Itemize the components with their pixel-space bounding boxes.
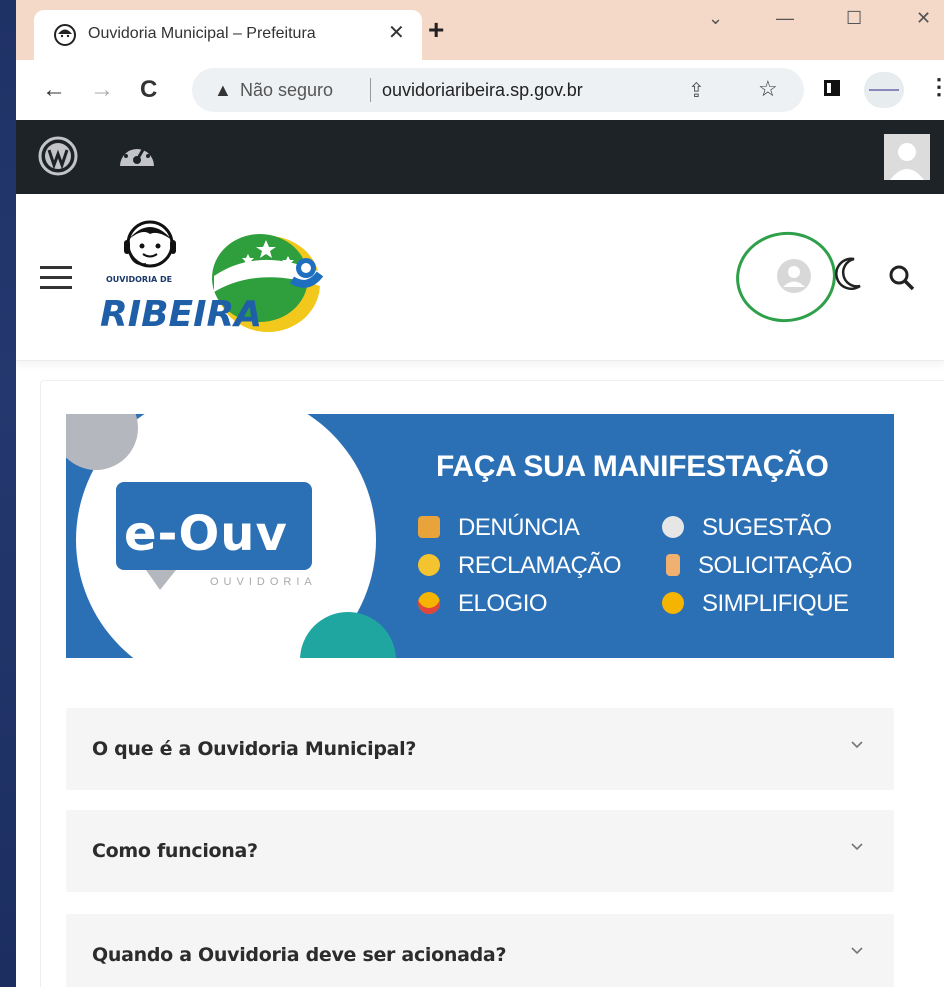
browser-window: Ouvidoria Municipal – Prefeitura ✕ + ⌄ —… xyxy=(16,0,944,987)
tab-strip: Ouvidoria Municipal – Prefeitura ✕ + ⌄ —… xyxy=(16,0,944,60)
faq-item-how-it-works[interactable]: Como funciona? xyxy=(66,810,894,892)
wp-admin-bar xyxy=(16,120,944,194)
option-elogio: ELOGIO xyxy=(418,590,548,618)
option-sugestao: SUGESTÃO xyxy=(662,514,832,542)
option-label: SIMPLIFIQUE xyxy=(702,590,849,617)
warning-icon[interactable]: ▲ xyxy=(214,80,232,101)
chevron-down-icon xyxy=(851,843,863,851)
forward-button[interactable]: → xyxy=(90,76,114,104)
browser-tab[interactable]: Ouvidoria Municipal – Prefeitura ✕ xyxy=(34,10,422,60)
option-denuncia: DENÚNCIA xyxy=(418,514,580,542)
option-label: RECLAMAÇÃO xyxy=(458,552,622,579)
faq-item-when[interactable]: Quando a Ouvidoria deve ser acionada? xyxy=(66,914,894,987)
tab-close-icon[interactable]: ✕ xyxy=(388,20,405,45)
dashboard-icon[interactable] xyxy=(116,134,158,176)
user-silhouette-icon xyxy=(884,134,930,180)
e-ouv-brand: e-Ouv xyxy=(124,506,288,562)
user-icon[interactable] xyxy=(776,258,812,294)
side-panel-icon[interactable] xyxy=(824,80,840,96)
wordpress-icon[interactable] xyxy=(38,136,78,176)
divider xyxy=(370,78,371,102)
bookmark-star-icon[interactable]: ☆ xyxy=(758,76,778,102)
option-label: ELOGIO xyxy=(458,590,548,617)
site-favicon-icon xyxy=(54,24,76,46)
relieved-face-icon xyxy=(662,592,684,614)
minimize-button[interactable]: — xyxy=(776,8,794,29)
close-window-button[interactable]: ✕ xyxy=(916,8,931,29)
e-ouv-banner[interactable]: e-Ouv OUVIDORIA FAÇA SUA MANIFESTAÇÃO DE… xyxy=(66,414,894,658)
angry-face-icon xyxy=(418,554,440,576)
tab-title: Ouvidoria Municipal – Prefeitura xyxy=(88,25,316,42)
banner-title: FAÇA SUA MANIFESTAÇÃO xyxy=(436,450,829,483)
moon-icon[interactable] xyxy=(834,256,864,292)
profile-icon xyxy=(869,89,899,91)
profile-avatar[interactable] xyxy=(864,72,904,108)
faq-question: O que é a Ouvidoria Municipal? xyxy=(92,738,417,760)
logo-small-text: OUVIDORIA DE xyxy=(106,275,172,284)
new-tab-button[interactable]: + xyxy=(428,14,444,46)
option-label: DENÚNCIA xyxy=(458,514,580,541)
speech-bubble-icon xyxy=(662,516,684,538)
option-solicitacao: SOLICITAÇÃO xyxy=(662,552,853,580)
reload-button[interactable]: C xyxy=(140,76,157,104)
address-bar[interactable]: ▲ Não seguro ouvidoriaribeira.sp.gov.br … xyxy=(192,68,804,112)
site-header: OUVIDORIA DE RIBEIRA xyxy=(16,194,944,361)
heart-eyes-icon xyxy=(418,592,440,614)
option-reclamacao: RECLAMAÇÃO xyxy=(418,552,622,580)
logo-big-text: RIBEIRA xyxy=(100,294,262,335)
megaphone-icon xyxy=(418,516,440,538)
avatar-icon[interactable] xyxy=(884,134,930,180)
chevron-down-icon xyxy=(851,947,863,955)
browser-toolbar: ← → C ▲ Não seguro ouvidoriaribeira.sp.g… xyxy=(16,60,944,120)
faq-question: Quando a Ouvidoria deve ser acionada? xyxy=(92,944,507,966)
option-simplifique: SIMPLIFIQUE xyxy=(662,590,849,618)
site-logo[interactable]: OUVIDORIA DE RIBEIRA xyxy=(98,216,330,336)
share-icon[interactable]: ⇪ xyxy=(688,78,705,103)
option-label: SUGESTÃO xyxy=(702,514,832,541)
maximize-button[interactable]: ☐ xyxy=(846,8,862,29)
browser-menu-icon[interactable]: ⋮ xyxy=(928,74,944,100)
back-button[interactable]: ← xyxy=(42,76,66,104)
security-status[interactable]: Não seguro xyxy=(240,80,333,101)
hand-pointing-icon xyxy=(666,554,680,576)
option-label: SOLICITAÇÃO xyxy=(698,552,853,579)
faq-question: Como funciona? xyxy=(92,840,258,862)
url-text[interactable]: ouvidoriaribeira.sp.gov.br xyxy=(382,80,583,101)
chevron-down-icon xyxy=(851,741,863,749)
search-icon[interactable] xyxy=(888,264,916,292)
e-ouv-subtitle: OUVIDORIA xyxy=(210,576,317,588)
menu-icon[interactable] xyxy=(40,266,72,289)
tab-search-icon[interactable]: ⌄ xyxy=(708,8,723,29)
faq-item-what-is[interactable]: O que é a Ouvidoria Municipal? xyxy=(66,708,894,790)
